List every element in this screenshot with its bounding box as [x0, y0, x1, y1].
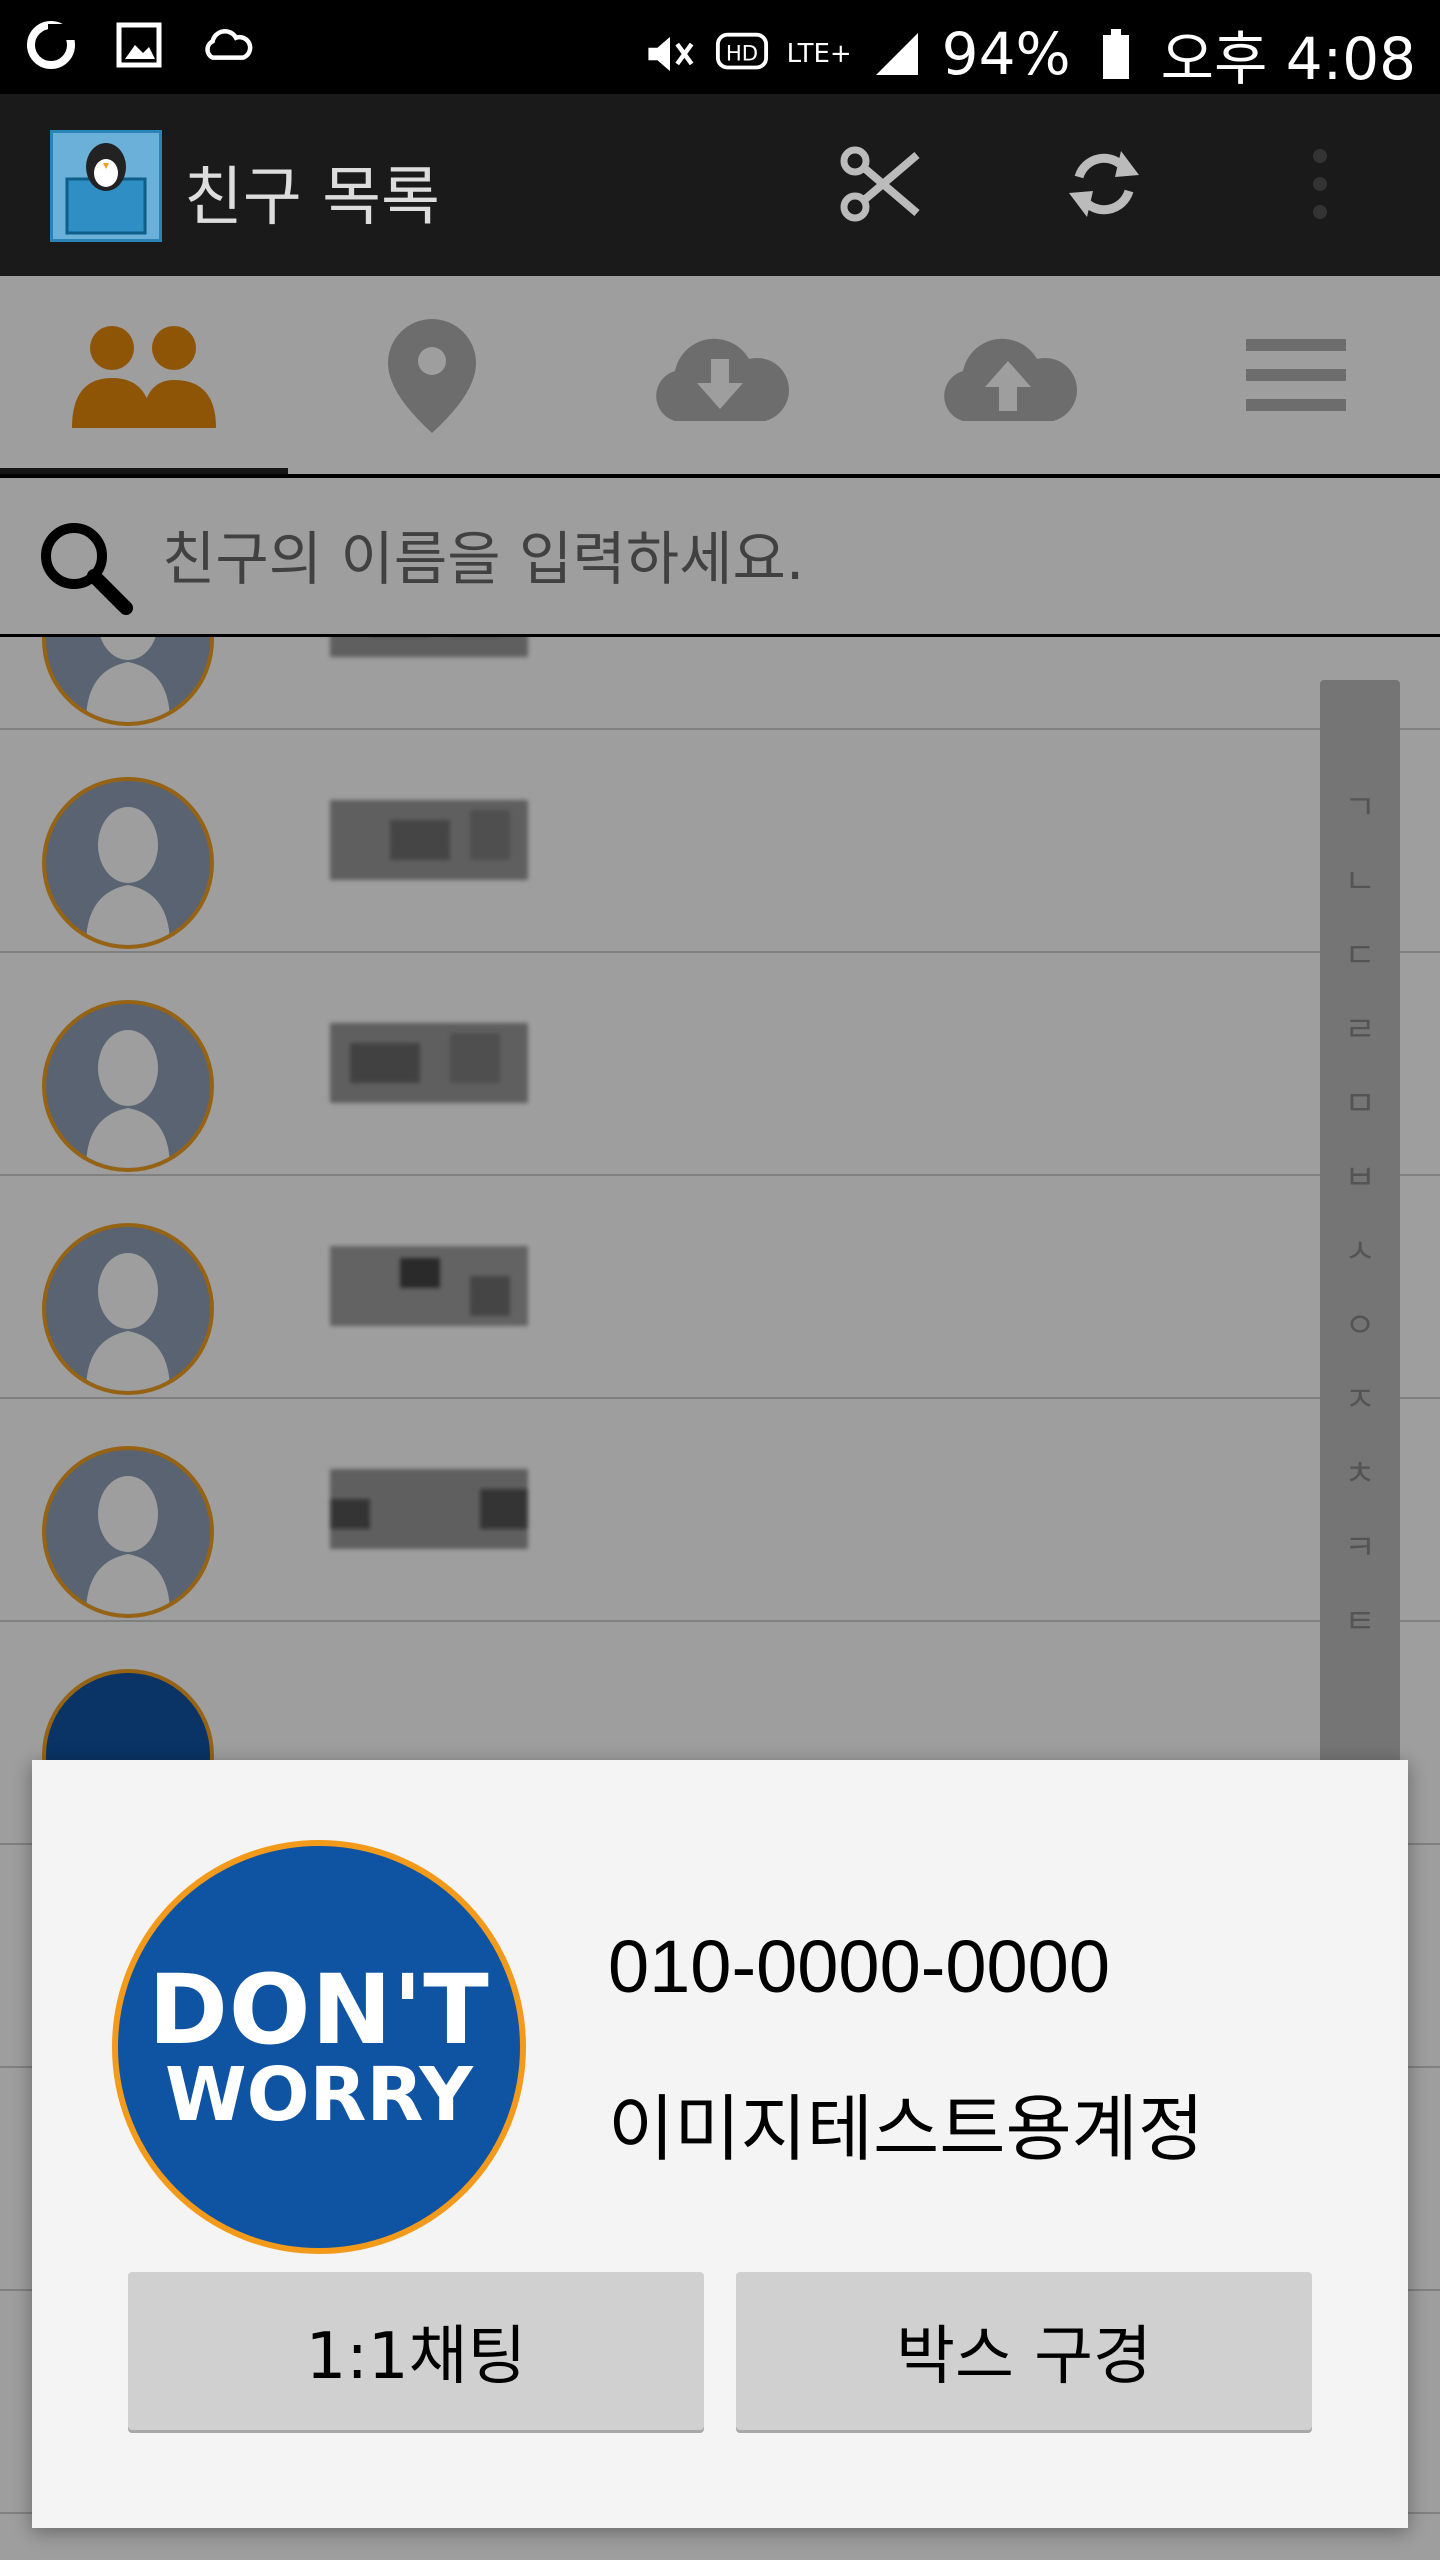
friend-name: 이미지테스트용계정 [608, 2087, 1205, 2171]
friend-detail-dialog: DON'T WORRY 010-0000-0000 이미지테스트용계정 1:1채… [32, 1760, 1408, 2528]
hd-voice-icon: HD [715, 27, 769, 81]
svg-text:HD: HD [726, 42, 758, 67]
clock: 오후 4:08 [1160, 25, 1416, 93]
signal-icon [870, 27, 924, 81]
mute-icon [643, 27, 697, 81]
network-type: LTE+ [786, 39, 852, 69]
page-title: 친구 목록 [184, 161, 440, 235]
logo-line-1: DON'T [148, 1954, 490, 2066]
dont-worry-logo: DON'T WORRY [148, 1962, 490, 2132]
status-bar: HD LTE+ 94% 오후 4:08 [0, 0, 1440, 94]
more-vert-icon [1313, 149, 1327, 219]
app-bar: 친구 목록 [0, 94, 1440, 276]
scissors-button[interactable] [832, 136, 928, 232]
phone-number: 010-0000-0000 [608, 1925, 1110, 2008]
overflow-menu-button[interactable] [1290, 136, 1350, 232]
cloud-notification-icon [200, 18, 254, 72]
profile-avatar: DON'T WORRY [112, 1840, 526, 2254]
sync-icon [1069, 151, 1139, 217]
view-box-button[interactable]: 박스 구경 [736, 2272, 1312, 2430]
app-notification-icon [24, 18, 78, 72]
scissors-icon [840, 146, 920, 222]
app-logo-icon [50, 130, 162, 242]
battery-percent: 94% [941, 20, 1071, 88]
battery-icon [1089, 27, 1143, 81]
gallery-notification-icon [112, 18, 166, 72]
sync-button[interactable] [1056, 136, 1152, 232]
chat-button[interactable]: 1:1채팅 [128, 2272, 704, 2430]
logo-line-2: WORRY [164, 2052, 474, 2138]
